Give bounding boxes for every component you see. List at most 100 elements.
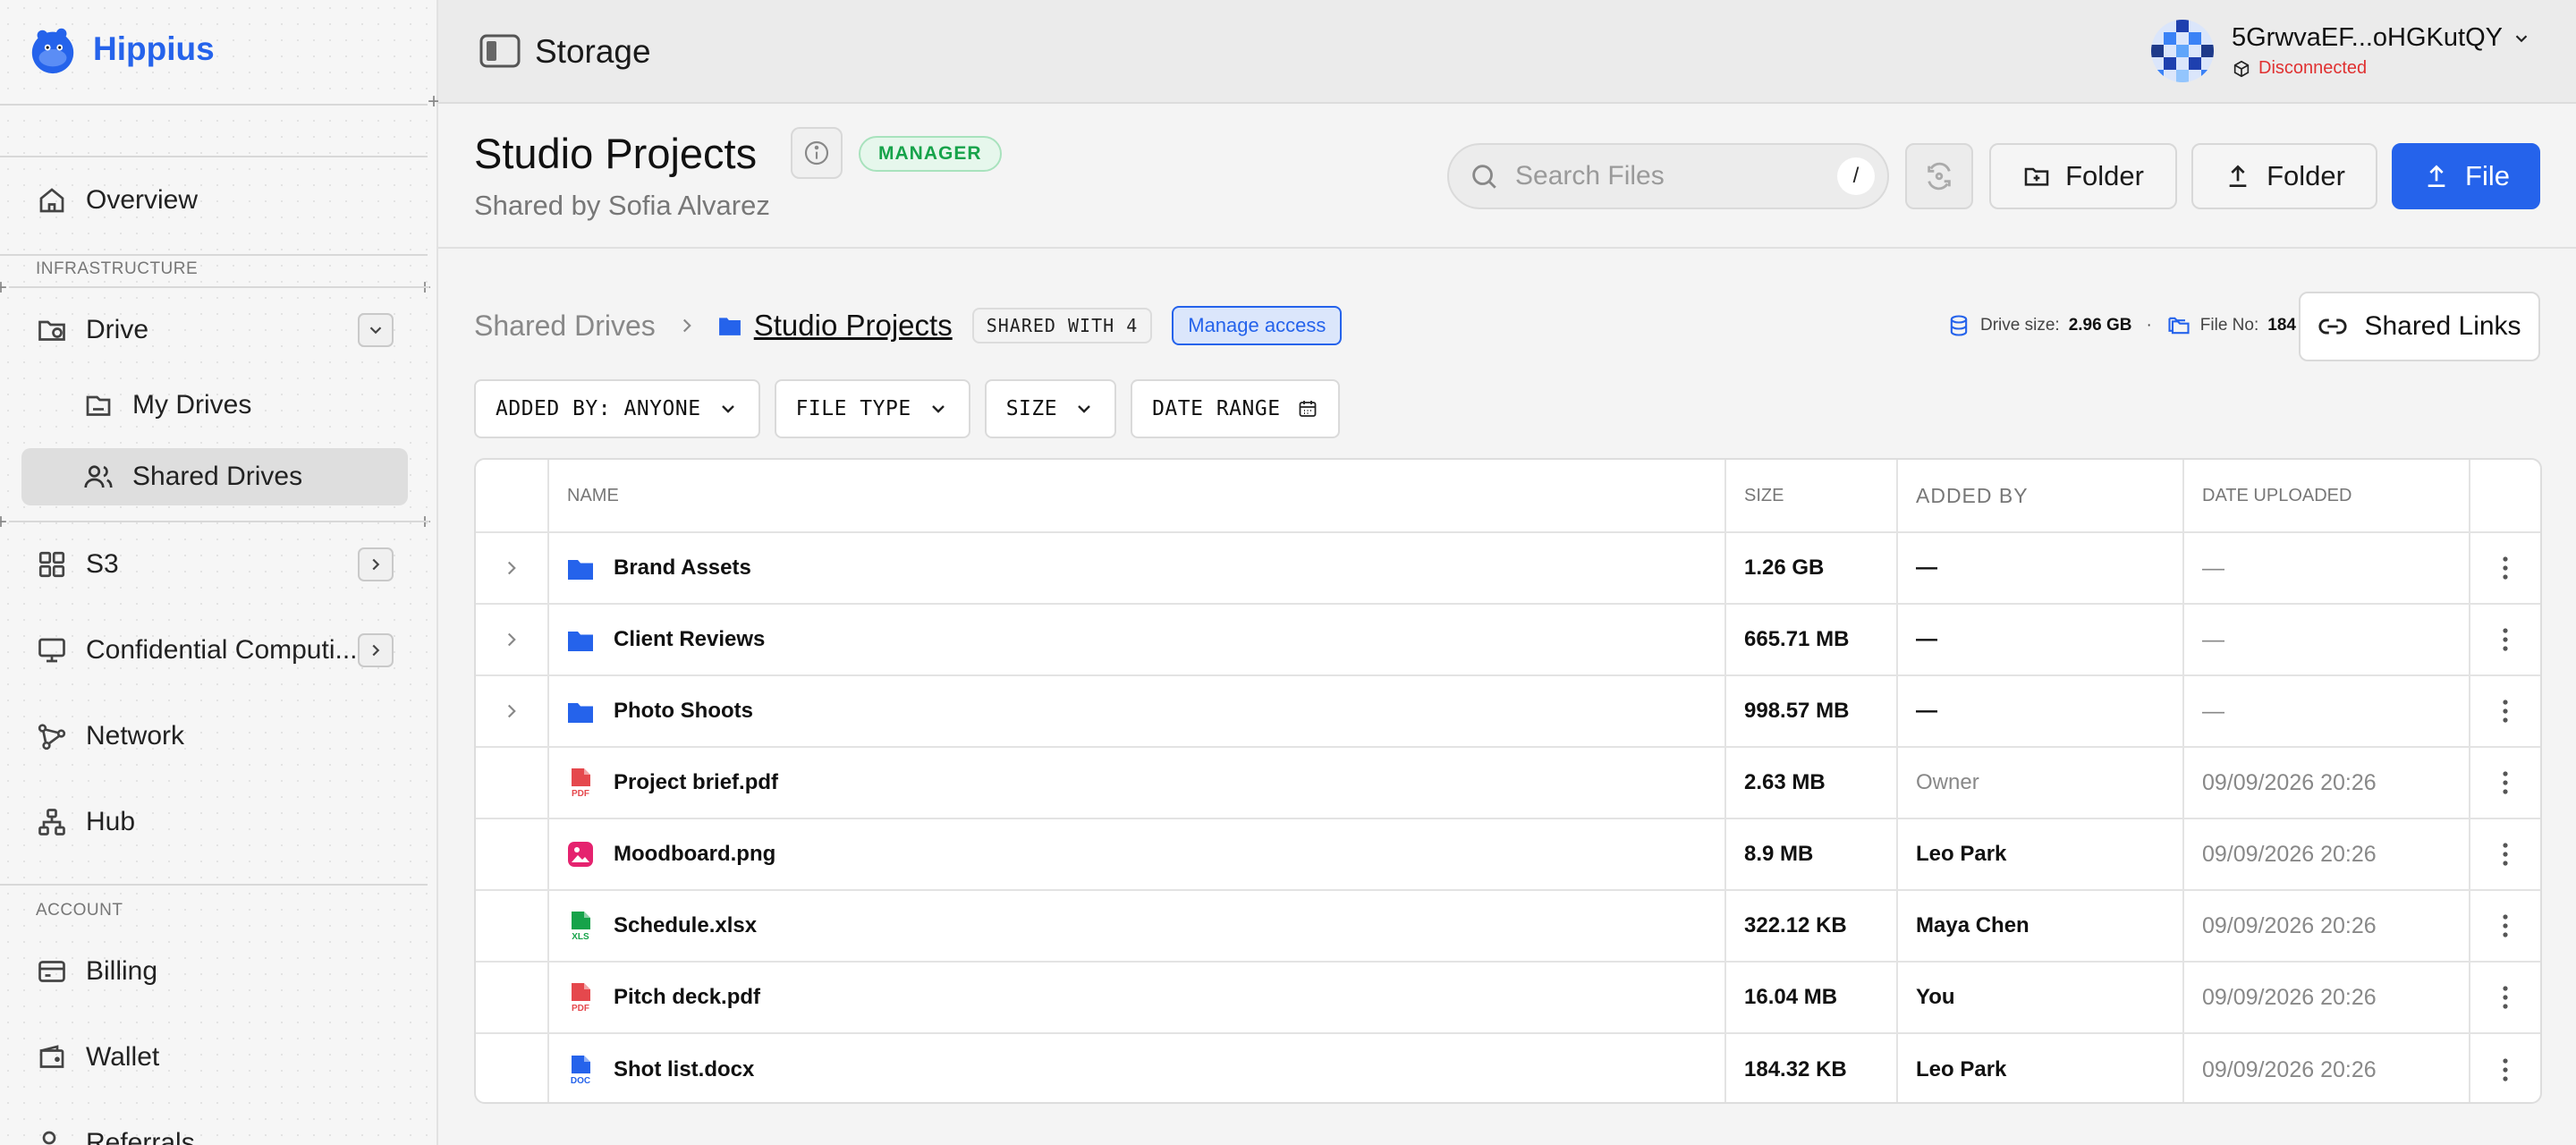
name-cell[interactable]: DOC Shot list.docx <box>549 1034 1726 1102</box>
chevron-right-icon <box>372 558 380 571</box>
breadcrumb-root-link[interactable]: Shared Drives <box>474 310 656 343</box>
column-header-size[interactable]: SIZE <box>1726 460 1898 531</box>
shared-links-button[interactable]: Shared Links <box>2299 292 2540 361</box>
row-menu-button[interactable] <box>2470 605 2540 674</box>
chevron-right-icon[interactable] <box>500 556 523 580</box>
filter-date-range[interactable]: DATE RANGE <box>1131 379 1340 438</box>
svg-text:PDF: PDF <box>572 1004 589 1013</box>
file-size: 322.12 KB <box>1744 913 1847 937</box>
sidebar-item-overview[interactable]: Overview <box>21 172 408 229</box>
filter-added-by[interactable]: ADDED BY: ANYONE <box>474 379 760 438</box>
new-folder-button[interactable]: Folder <box>1989 143 2177 209</box>
more-vertical-icon <box>2503 556 2508 580</box>
sidebar-toggle-icon[interactable] <box>479 34 521 68</box>
row-menu-button[interactable] <box>2470 1034 2540 1102</box>
user-plus-icon <box>42 1131 56 1145</box>
file-size: 998.57 MB <box>1744 699 1850 723</box>
info-button[interactable] <box>791 127 843 179</box>
sidebar-item-referrals[interactable]: Referrals <box>21 1115 408 1145</box>
sidebar-item-my-drives[interactable]: My Drives <box>21 377 408 434</box>
added-by-cell: — <box>1898 533 2184 603</box>
filter-label: DATE RANGE <box>1152 397 1281 420</box>
filter-file-type[interactable]: FILE TYPE <box>774 379 970 438</box>
drive-header: Studio Projects MANAGER Shared by Sofia … <box>438 106 2576 249</box>
confidential-expand-toggle[interactable] <box>358 633 394 667</box>
account-info: 5GrwvaEF...oHGKutQY Disconnected <box>2232 23 2531 79</box>
file-size: 8.9 MB <box>1744 842 1814 866</box>
sidebar-item-label: Billing <box>86 956 158 986</box>
chevron-right-icon[interactable] <box>500 700 523 723</box>
sidebar: Hippius + Overview INFRASTRUCTURE + + Dr… <box>0 0 440 1145</box>
upload-file-button[interactable]: File <box>2392 143 2540 209</box>
more-vertical-icon <box>2503 986 2508 1009</box>
breadcrumb-current-label: Studio Projects <box>753 309 953 342</box>
sidebar-item-network[interactable]: Network <box>21 708 408 765</box>
search-input[interactable] <box>1515 161 1819 191</box>
table-row[interactable]: PDF Project brief.pdf 2.63 MB Owner 09/09/20… <box>476 748 2540 819</box>
manage-access-button[interactable]: Manage access <box>1172 306 1343 345</box>
sidebar-item-confidential-computing[interactable]: Confidential Computi... <box>21 622 408 679</box>
date-uploaded: 09/09/2026 20:26 <box>2202 984 2377 1010</box>
sidebar-item-label: Confidential Computi... <box>86 635 358 665</box>
credit-card-icon <box>38 961 65 982</box>
table-row[interactable]: PDF Pitch deck.pdf 16.04 MB You 09/09/2026 2… <box>476 963 2540 1034</box>
plus-mark: + <box>419 277 431 299</box>
account-menu[interactable]: 5GrwvaEF...oHGKutQY Disconnected <box>2151 20 2531 82</box>
row-menu-button[interactable] <box>2470 748 2540 818</box>
refresh-button[interactable] <box>1905 143 1973 209</box>
date-cell: 09/09/2026 20:26 <box>2184 891 2470 961</box>
page-section-title: Storage <box>535 33 651 70</box>
sidebar-item-drive[interactable]: Drive <box>21 301 408 359</box>
search-box[interactable]: / <box>1447 143 1889 209</box>
row-menu-button[interactable] <box>2470 533 2540 603</box>
chevron-down-icon <box>931 405 945 413</box>
name-cell[interactable]: XLS Schedule.xlsx <box>549 891 1726 961</box>
row-menu-button[interactable] <box>2470 676 2540 746</box>
s3-expand-toggle[interactable] <box>358 547 394 581</box>
table-row[interactable]: Moodboard.png 8.9 MB Leo Park 09/09/2026 20… <box>476 819 2540 891</box>
date-uploaded: — <box>2202 698 2224 724</box>
brand[interactable]: Hippius <box>27 23 215 75</box>
expand-cell[interactable] <box>476 676 549 746</box>
table-row[interactable]: Brand Assets 1.26 GB — — <box>476 533 2540 605</box>
filter-bar: ADDED BY: ANYONE FILE TYPE SIZE DATE RAN… <box>474 379 1340 438</box>
added-by: — <box>1916 627 1937 651</box>
drive-collapse-toggle[interactable] <box>358 313 394 347</box>
sidebar-item-shared-drives[interactable]: Shared Drives <box>21 448 408 505</box>
name-cell[interactable]: Moodboard.png <box>549 819 1726 889</box>
row-menu-button[interactable] <box>2470 891 2540 961</box>
chevron-right-icon <box>682 318 691 333</box>
table-row[interactable]: Photo Shoots 998.57 MB — — <box>476 676 2540 748</box>
name-cell[interactable]: Client Reviews <box>549 605 1726 674</box>
row-menu-button[interactable] <box>2470 963 2540 1032</box>
table-row[interactable]: DOC Shot list.docx 184.32 KB Leo Park 09/09/… <box>476 1034 2540 1102</box>
breadcrumb-current[interactable]: Studio Projects <box>718 309 953 343</box>
drive-stats: Drive size: 2.96 GB · File No: 184 <box>1946 313 2296 338</box>
sidebar-item-s3[interactable]: S3 <box>21 536 408 593</box>
name-cell[interactable]: Photo Shoots <box>549 676 1726 746</box>
upload-folder-button[interactable]: Folder <box>2191 143 2377 209</box>
sidebar-item-wallet[interactable]: Wallet <box>21 1029 408 1086</box>
search-shortcut-badge: / <box>1837 157 1875 195</box>
table-row[interactable]: XLS Schedule.xlsx 322.12 KB Maya Chen 09/09/… <box>476 891 2540 963</box>
account-address-row: 5GrwvaEF...oHGKutQY <box>2232 23 2531 53</box>
sidebar-item-billing[interactable]: Billing <box>21 943 408 1000</box>
table-row[interactable]: Client Reviews 665.71 MB — — <box>476 605 2540 676</box>
filter-size[interactable]: SIZE <box>984 379 1117 438</box>
column-header-date[interactable]: DATE UPLOADED <box>2184 460 2470 531</box>
date-cell: — <box>2184 533 2470 603</box>
chevron-right-icon[interactable] <box>500 628 523 651</box>
expand-cell[interactable] <box>476 605 549 674</box>
row-menu-button[interactable] <box>2470 819 2540 889</box>
sidebar-item-hub[interactable]: Hub <box>21 793 408 851</box>
drive-icon <box>86 395 111 416</box>
divider <box>9 286 429 288</box>
cube-icon <box>2233 60 2250 77</box>
column-header-name[interactable]: NAME <box>549 460 1726 531</box>
expand-cell[interactable] <box>476 533 549 603</box>
name-cell[interactable]: PDF Pitch deck.pdf <box>549 963 1726 1032</box>
name-cell[interactable]: PDF Project brief.pdf <box>549 748 1726 818</box>
name-cell[interactable]: Brand Assets <box>549 533 1726 603</box>
column-header-added-by[interactable]: ADDED BY <box>1898 460 2184 531</box>
hub-icon <box>38 809 65 835</box>
